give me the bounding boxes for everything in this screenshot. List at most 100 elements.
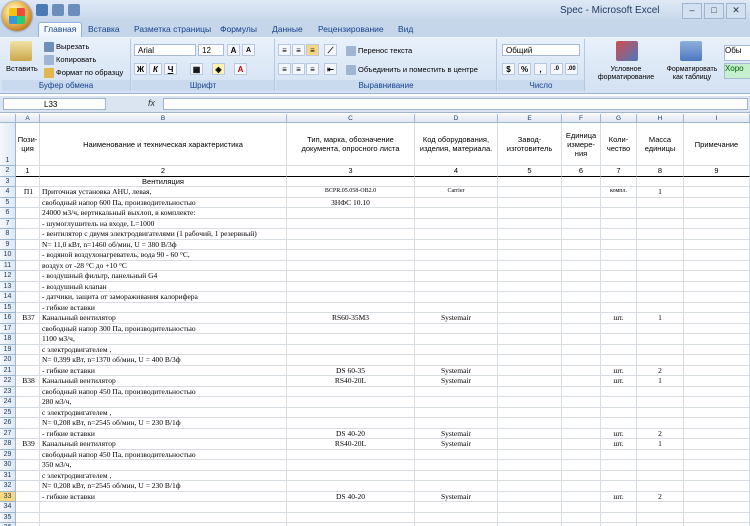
worksheet-grid[interactable]: A B C D E F G H I 1 Пози-ция Наименование и техниче…: [0, 114, 750, 526]
grid-cell[interactable]: [16, 428, 40, 439]
grid-cell[interactable]: 2: [637, 365, 684, 376]
column-header[interactable]: A: [16, 114, 40, 123]
grid-cell[interactable]: [415, 323, 498, 334]
grid-cell[interactable]: свободный напор 600 Па, производительнос…: [40, 197, 287, 208]
grid-cell[interactable]: [601, 512, 637, 523]
grid-cell[interactable]: [684, 428, 750, 439]
bold-button[interactable]: Ж: [134, 63, 147, 75]
grid-cell[interactable]: [287, 502, 415, 513]
row-header[interactable]: 21: [0, 365, 16, 376]
close-button[interactable]: ✕: [726, 3, 746, 19]
grid-cell[interactable]: DS 40-20: [287, 428, 415, 439]
grid-cell[interactable]: [637, 302, 684, 313]
cut-button[interactable]: Вырезать: [44, 42, 89, 53]
grid-cell[interactable]: [16, 197, 40, 208]
grid-cell[interactable]: N= 11,0 кВт, n=1460 об/мин, U = 380 В/3ф: [40, 239, 287, 250]
grid-cell[interactable]: [498, 376, 562, 387]
grid-cell[interactable]: шт.: [601, 491, 637, 502]
column-number-cell[interactable]: 7: [601, 166, 637, 177]
fx-icon[interactable]: fx: [148, 98, 155, 108]
grid-cell[interactable]: [415, 176, 498, 187]
grid-cell[interactable]: [562, 386, 601, 397]
grid-cell[interactable]: [562, 418, 601, 429]
grid-cell[interactable]: 280 м3/ч,: [40, 397, 287, 408]
percent-icon[interactable]: %: [518, 63, 531, 75]
row-header[interactable]: 20: [0, 355, 16, 366]
grid-cell[interactable]: [498, 439, 562, 450]
grid-cell[interactable]: [415, 218, 498, 229]
grid-cell[interactable]: [287, 323, 415, 334]
grid-cell[interactable]: [287, 386, 415, 397]
grid-cell[interactable]: [562, 218, 601, 229]
grid-cell[interactable]: [684, 344, 750, 355]
table-header-cell[interactable]: Единица измере-ния: [562, 123, 601, 166]
row-header[interactable]: 16: [0, 313, 16, 324]
grid-cell[interactable]: [637, 344, 684, 355]
row-header[interactable]: 34: [0, 502, 16, 513]
grow-font-button[interactable]: A: [227, 44, 240, 56]
table-header-cell[interactable]: Тип, марка, обозначение документа, опрос…: [287, 123, 415, 166]
grid-cell[interactable]: Carrier: [415, 187, 498, 198]
grid-cell[interactable]: [684, 407, 750, 418]
grid-cell[interactable]: [415, 239, 498, 250]
grid-cell[interactable]: [415, 292, 498, 303]
grid-cell[interactable]: [562, 208, 601, 219]
table-header-cell[interactable]: Масса единицы: [637, 123, 684, 166]
grid-cell[interactable]: [287, 481, 415, 492]
table-header-cell[interactable]: Наименование и техническая характеристик…: [40, 123, 287, 166]
grid-cell[interactable]: [498, 355, 562, 366]
grid-cell[interactable]: [601, 449, 637, 460]
grid-cell[interactable]: [684, 418, 750, 429]
font-size-combo[interactable]: 12: [198, 44, 224, 56]
grid-cell[interactable]: [287, 460, 415, 471]
tab-page-layout[interactable]: Разметка страницы: [134, 23, 211, 35]
grid-cell[interactable]: [637, 470, 684, 481]
grid-cell[interactable]: 1: [637, 439, 684, 450]
grid-cell[interactable]: [637, 481, 684, 492]
row-header[interactable]: 3: [0, 176, 16, 187]
grid-cell[interactable]: [40, 512, 287, 523]
grid-cell[interactable]: [684, 313, 750, 324]
font-color-icon[interactable]: A: [234, 63, 247, 75]
row-header[interactable]: 1: [0, 123, 16, 166]
grid-cell[interactable]: N= 0,208 кВт, n=2545 об/мин, U = 230 В/1…: [40, 418, 287, 429]
grid-cell[interactable]: [287, 344, 415, 355]
grid-cell[interactable]: [562, 439, 601, 450]
grid-cell[interactable]: [684, 187, 750, 198]
row-header[interactable]: 23: [0, 386, 16, 397]
grid-cell[interactable]: [601, 418, 637, 429]
grid-cell[interactable]: [287, 334, 415, 345]
table-header-cell[interactable]: Код оборудования, изделия, материала.: [415, 123, 498, 166]
grid-cell[interactable]: [637, 502, 684, 513]
row-header[interactable]: 24: [0, 397, 16, 408]
grid-cell[interactable]: [16, 365, 40, 376]
grid-cell[interactable]: [637, 281, 684, 292]
grid-cell[interactable]: [498, 502, 562, 513]
grid-cell[interactable]: [498, 271, 562, 282]
grid-cell[interactable]: [637, 208, 684, 219]
grid-cell[interactable]: [684, 386, 750, 397]
grid-cell[interactable]: [601, 386, 637, 397]
grid-cell[interactable]: - вентилятор с двумя электродвигателями …: [40, 229, 287, 240]
tab-insert[interactable]: Вставка: [88, 23, 120, 35]
grid-cell[interactable]: [562, 344, 601, 355]
grid-cell[interactable]: [562, 176, 601, 187]
grid-cell[interactable]: [415, 208, 498, 219]
grid-cell[interactable]: [684, 302, 750, 313]
grid-cell[interactable]: [287, 176, 415, 187]
grid-cell[interactable]: BCPR.05.058-OB2.0: [287, 187, 415, 198]
fill-color-icon[interactable]: ◈: [212, 63, 225, 75]
grid-cell[interactable]: [684, 502, 750, 513]
column-number-cell[interactable]: 6: [562, 166, 601, 177]
row-header[interactable]: 11: [0, 260, 16, 271]
save-icon[interactable]: [36, 4, 48, 16]
grid-cell[interactable]: [415, 418, 498, 429]
redo-icon[interactable]: [68, 4, 80, 16]
row-header[interactable]: 25: [0, 407, 16, 418]
undo-icon[interactable]: [52, 4, 64, 16]
grid-cell[interactable]: [16, 481, 40, 492]
office-button[interactable]: [2, 1, 32, 31]
row-header[interactable]: 2: [0, 166, 16, 177]
align-top-icon[interactable]: ≡: [278, 44, 291, 56]
grid-cell[interactable]: [637, 197, 684, 208]
